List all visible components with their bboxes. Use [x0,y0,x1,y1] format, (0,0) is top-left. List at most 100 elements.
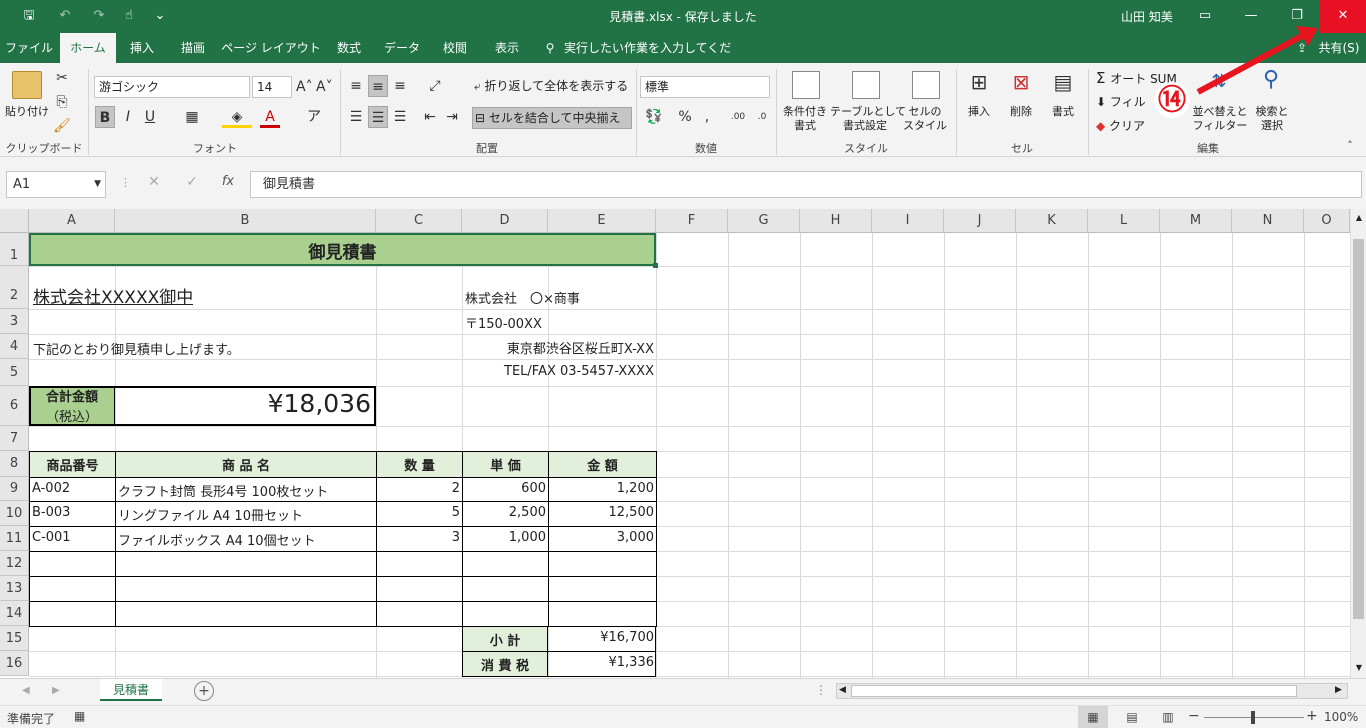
row-header-7[interactable]: 7 [0,426,29,451]
column-header-n[interactable]: N [1232,209,1304,233]
wrap-text-button[interactable]: ⤶ 折り返して全体を表示する [474,79,632,93]
row-header-16[interactable]: 16 [0,651,29,676]
row-header-11[interactable]: 11 [0,526,29,551]
decrease-font-icon[interactable]: A˅ [316,76,333,98]
zoom-level[interactable]: 100% [1324,710,1358,724]
number-format-select[interactable]: 標準 [640,76,770,98]
conditional-format-button[interactable]: 条件付き 書式 [780,105,830,133]
row-header-8[interactable]: 8 [0,451,29,477]
column-header-d[interactable]: D [462,209,548,233]
table-cell[interactable] [115,601,377,627]
next-sheet-icon[interactable]: ▶ [52,685,60,696]
tab-review[interactable]: 校閲 [430,33,480,63]
tab-data[interactable]: データ [376,33,428,63]
currency-format-icon[interactable]: 💱 [640,106,668,128]
tell-me-search[interactable]: 実行したい作業を入力してください [564,33,734,85]
row-header-2[interactable]: 2 [0,266,29,309]
table-cell[interactable] [376,601,463,627]
delete-button[interactable]: 削除 [1004,105,1038,119]
format-cells-icon[interactable]: ▤ [1050,71,1076,93]
column-header-o[interactable]: O [1304,209,1350,233]
zoom-slider-thumb[interactable] [1251,711,1255,724]
column-header-g[interactable]: G [728,209,800,233]
cell-styles-icon[interactable] [912,71,940,99]
drag-handle-icon[interactable]: ⋮ [120,176,131,192]
column-header-e[interactable]: E [548,209,656,233]
table-cell[interactable] [548,576,657,602]
table-cell[interactable] [115,576,377,602]
tab-view[interactable]: 表示 [482,33,532,63]
row-header-6[interactable]: 6 [0,386,29,426]
column-header-l[interactable]: L [1088,209,1160,233]
delete-cells-icon[interactable]: ⊠ [1008,71,1034,93]
copy-icon[interactable]: ⎘ [52,91,72,113]
insert-button[interactable]: 挿入 [962,105,996,119]
scroll-down-icon[interactable]: ▼ [1353,663,1365,672]
font-name-select[interactable]: 游ゴシック [94,76,250,98]
fill-handle[interactable] [653,263,658,268]
select-all-corner[interactable] [0,209,29,233]
vertical-scroll-thumb[interactable] [1353,239,1364,619]
row-header-5[interactable]: 5 [0,359,29,386]
table-cell[interactable] [29,551,116,577]
row-header-13[interactable]: 13 [0,576,29,601]
table-cell[interactable] [462,551,549,577]
enter-icon[interactable]: ✓ [180,174,204,190]
table-cell[interactable] [29,601,116,627]
column-header-a[interactable]: A [29,209,115,233]
column-header-c[interactable]: C [376,209,462,233]
align-top-icon[interactable]: ≡ [346,75,366,97]
table-cell[interactable] [548,551,657,577]
decrease-indent-icon[interactable]: ⇤ [420,106,440,128]
worksheet-grid[interactable]: ABCDEFGHIJKLMNO 1 2 3 4 5 6 7 8 9 10 11 12 13 14 15 16 … [0,209,1350,678]
zoom-out-icon[interactable]: − [1188,708,1200,724]
tab-formulas[interactable]: 数式 [324,33,374,63]
collapse-ribbon-icon[interactable]: ˄ [1340,135,1360,157]
row-header-4[interactable]: 4 [0,334,29,359]
row-header-15[interactable]: 15 [0,626,29,651]
row-header-9[interactable]: 9 [0,477,29,501]
prev-sheet-icon[interactable]: ◀ [22,685,30,696]
align-left-icon[interactable]: ☰ [346,106,366,128]
row-header-12[interactable]: 12 [0,551,29,576]
align-middle-icon[interactable]: ≡ [368,75,388,97]
tel-fax[interactable]: TEL/FAX 03-5457-XXXX [462,364,654,379]
phonetic-icon[interactable]: ア [304,106,324,128]
cancel-icon[interactable]: ✕ [142,174,166,190]
column-header-i[interactable]: I [872,209,944,233]
orientation-icon[interactable]: ⤢ [422,75,448,97]
format-as-table-button[interactable]: テーブルとして 書式設定 [830,105,906,133]
cut-icon[interactable]: ✂ [52,67,72,89]
row-header-14[interactable]: 14 [0,601,29,626]
column-header-j[interactable]: J [944,209,1016,233]
table-cell[interactable] [462,601,549,627]
paste-icon[interactable] [12,71,42,99]
sheet-tab-quote[interactable]: 見積書 [100,679,162,701]
align-right-icon[interactable]: ☰ [390,106,410,128]
client-name[interactable]: 株式会社XXXXX御中 [33,283,193,308]
company-name[interactable]: 株式会社 〇×商事 [465,288,580,307]
tab-page-layout[interactable]: ページ レイアウト [220,33,322,63]
row-header-1[interactable]: 1 [0,233,29,266]
tab-file[interactable]: ファイル [0,33,58,63]
increase-decimal-icon[interactable]: .00 [728,106,748,128]
greeting-text[interactable]: 下記のとおり御見積申し上げます。 [33,339,240,358]
conditional-format-icon[interactable] [792,71,820,99]
table-cell[interactable] [115,551,377,577]
underline-button[interactable]: U [140,106,160,128]
column-header-m[interactable]: M [1160,209,1232,233]
italic-button[interactable]: I [118,106,138,128]
macro-record-icon[interactable]: ▦ [74,709,85,723]
tab-insert[interactable]: 挿入 [118,33,166,63]
tab-home[interactable]: ホーム [60,33,116,63]
horizontal-scroll-thumb[interactable] [851,685,1297,697]
format-button[interactable]: 書式 [1046,105,1080,119]
scroll-left-icon[interactable]: ◀ [839,685,846,695]
zip-code[interactable]: 〒150-00XX [465,313,542,332]
fill-button[interactable]: ⬇ フィル [1096,95,1156,109]
scroll-up-icon[interactable]: ▲ [1353,213,1365,222]
page-layout-view-icon[interactable]: ▤ [1122,706,1142,728]
fill-color-icon[interactable]: ◈ [222,106,252,128]
vertical-scrollbar[interactable]: ▲ ▼ [1350,209,1366,678]
align-center-icon[interactable]: ☰ [368,106,388,128]
